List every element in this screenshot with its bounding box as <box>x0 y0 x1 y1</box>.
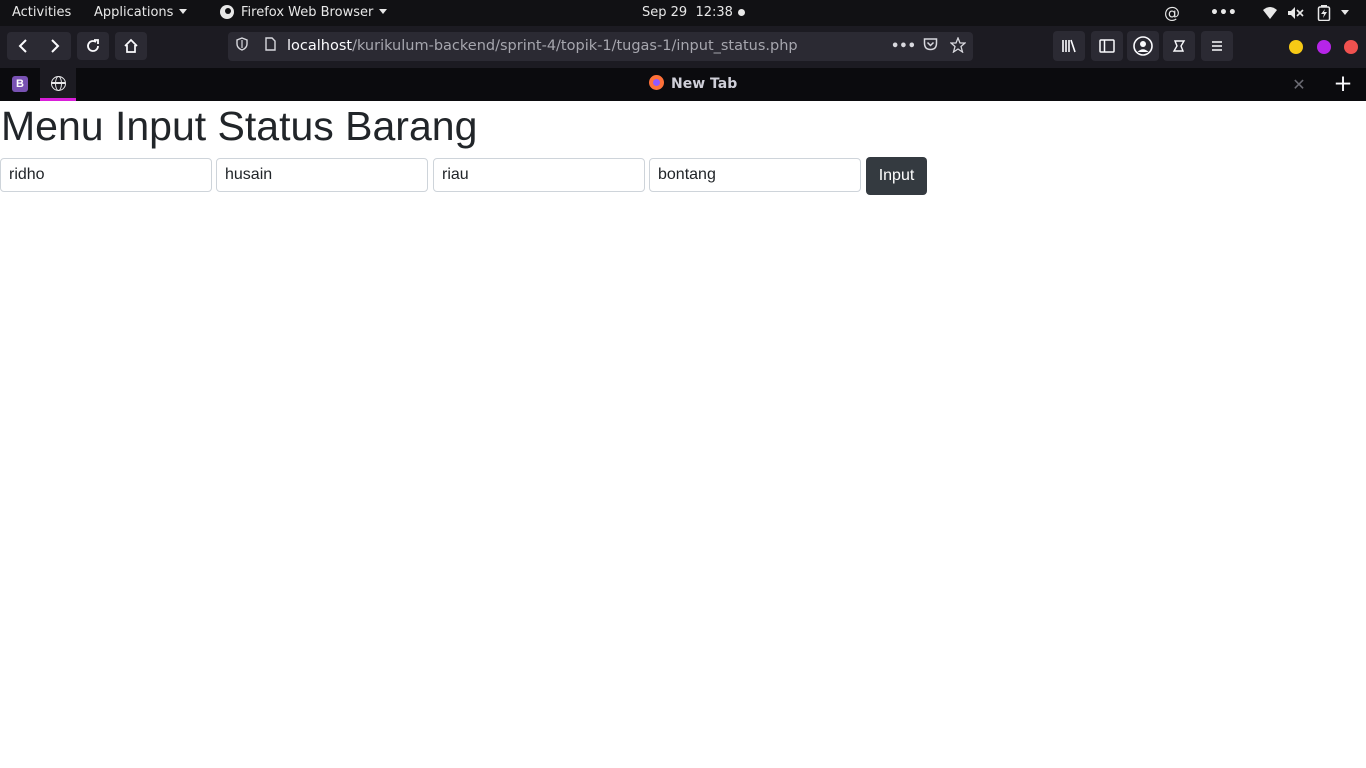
globe-icon <box>50 76 66 91</box>
close-tab-icon[interactable]: ✕ <box>1290 68 1308 101</box>
close-window-button[interactable] <box>1344 40 1358 54</box>
page-actions-icon[interactable]: ••• <box>891 37 916 57</box>
address-bar[interactable]: localhost/kurikulum-backend/sprint-4/top… <box>228 32 973 61</box>
url-host: localhost <box>287 38 353 54</box>
system-top-bar: Activities Applications Firefox Web Brow… <box>0 0 1366 26</box>
firefox-icon <box>649 74 664 90</box>
chevron-down-icon <box>379 9 388 14</box>
browser-toolbar: localhost/kurikulum-backend/sprint-4/top… <box>0 26 1366 68</box>
field-2[interactable] <box>216 158 428 192</box>
minimize-button[interactable] <box>1289 40 1303 54</box>
page-info-icon[interactable] <box>260 37 280 57</box>
maximize-button[interactable] <box>1317 40 1331 54</box>
tab-strip: B New Tab ✕ + <box>0 68 1366 101</box>
notification-dot-icon <box>738 9 745 16</box>
account-icon[interactable] <box>1127 31 1159 61</box>
url-text[interactable]: localhost/kurikulum-backend/sprint-4/top… <box>287 32 798 61</box>
app-menu[interactable]: Firefox Web Browser <box>220 0 388 26</box>
more-icon[interactable]: ••• <box>1210 4 1237 22</box>
app-menu-label: Firefox Web Browser <box>241 5 374 20</box>
pinned-tab-active[interactable] <box>40 68 76 101</box>
pocket-icon[interactable] <box>920 37 940 57</box>
notification-dot <box>738 0 745 26</box>
pinned-tab-bootstrap[interactable]: B <box>2 68 38 101</box>
reload-button[interactable] <box>77 32 109 60</box>
activities-label: Activities <box>12 5 72 20</box>
tracking-shield-icon[interactable] <box>232 37 252 57</box>
tab-title: New Tab <box>671 76 738 92</box>
library-icon[interactable] <box>1053 31 1085 61</box>
field-3[interactable] <box>433 158 645 192</box>
chevron-down-icon <box>1341 9 1349 15</box>
page-title: Menu Input Status Barang <box>1 103 478 149</box>
applications-menu[interactable]: Applications <box>94 0 188 26</box>
tab-new-tab[interactable]: New Tab <box>649 68 737 101</box>
volume-muted-icon[interactable] <box>1286 4 1306 22</box>
system-menu-icon[interactable] <box>1339 4 1351 22</box>
new-tab-button[interactable]: + <box>1330 68 1356 101</box>
bootstrap-icon: B <box>12 76 28 92</box>
wifi-icon[interactable] <box>1260 4 1280 22</box>
field-4[interactable] <box>649 158 861 192</box>
datetime-label: Sep 29 12:38 <box>642 5 733 20</box>
back-button[interactable] <box>7 32 39 60</box>
firefox-icon <box>220 4 234 19</box>
url-path: /kurikulum-backend/sprint-4/topik-1/tuga… <box>352 38 798 54</box>
bookmark-star-icon[interactable] <box>948 36 968 57</box>
input-submit-button[interactable]: Input <box>866 157 927 195</box>
at-sign-icon[interactable]: @ <box>1162 4 1182 22</box>
activities-button[interactable]: Activities <box>12 0 71 26</box>
hamburger-menu-icon[interactable] <box>1201 31 1233 61</box>
extension-icon[interactable] <box>1163 31 1195 61</box>
battery-charging-icon[interactable] <box>1314 4 1334 22</box>
forward-button[interactable] <box>39 32 71 60</box>
sidebar-toggle-icon[interactable] <box>1091 31 1123 61</box>
page-content: Menu Input Status Barang Input <box>0 101 1366 768</box>
field-1[interactable] <box>0 158 212 192</box>
chevron-down-icon <box>179 9 188 14</box>
applications-label: Applications <box>94 5 174 20</box>
clock[interactable]: Sep 29 12:38 <box>642 0 733 26</box>
home-button[interactable] <box>115 32 147 60</box>
